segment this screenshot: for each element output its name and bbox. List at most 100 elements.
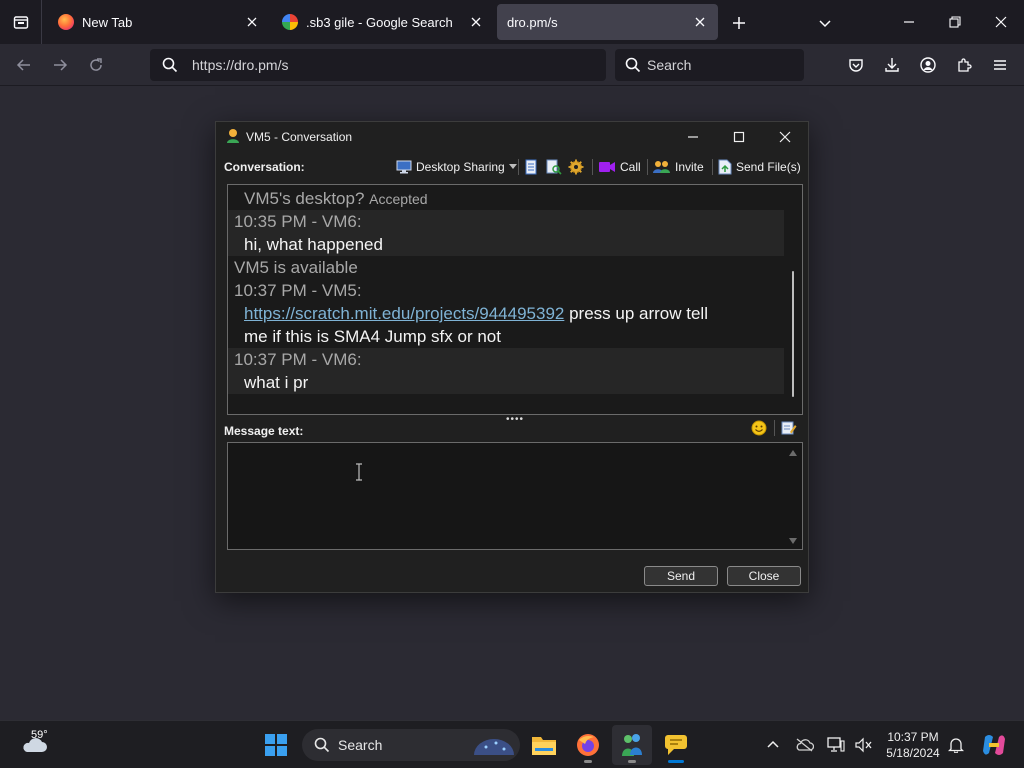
menu-button[interactable] — [989, 54, 1011, 76]
invite-button[interactable]: Invite — [653, 157, 704, 177]
accepted-status: Accepted — [369, 191, 428, 207]
search-highlight-icon — [474, 739, 514, 755]
splitter-grip[interactable]: •••• — [506, 415, 523, 425]
window-title: VM5 - Conversation — [246, 130, 353, 144]
close-window-button[interactable] — [988, 10, 1014, 34]
send-files-button[interactable]: Send File(s) — [718, 157, 801, 177]
close-tab-icon[interactable] — [692, 14, 708, 30]
network-icon — [827, 737, 845, 752]
reload-icon — [90, 58, 102, 71]
taskbar-search[interactable]: Search — [302, 729, 520, 761]
desktop-sharing-button[interactable]: Desktop Sharing — [396, 157, 517, 177]
contact-avatar-icon — [226, 128, 240, 147]
tab-google-search[interactable]: .sb3 gile - Google Search — [272, 4, 494, 40]
settings-button[interactable] — [568, 157, 588, 177]
list-all-tabs-button[interactable] — [814, 12, 836, 34]
restore-button[interactable] — [942, 10, 968, 34]
document-search-icon — [546, 159, 562, 175]
firefox-icon — [577, 734, 599, 756]
emoticon-button[interactable] — [750, 419, 768, 437]
extensions-button[interactable] — [953, 54, 975, 76]
windows-logo-icon — [265, 734, 287, 756]
running-indicator — [628, 760, 636, 763]
status-message: VM5 is available — [234, 258, 358, 277]
taskbar-conversation-window[interactable] — [656, 725, 696, 765]
taskbar-file-explorer[interactable] — [524, 725, 564, 765]
monitor-icon — [396, 160, 412, 174]
copilot-button[interactable] — [974, 725, 1014, 765]
message-block: 10:37 PM - VM6: what i pr — [228, 348, 784, 394]
window-minimize-button[interactable] — [670, 122, 716, 152]
show-hidden-icons-button[interactable] — [760, 725, 786, 765]
conversation-label: Conversation: — [224, 160, 305, 174]
history-scrollbar[interactable] — [784, 185, 802, 414]
firefox-view-icon — [13, 16, 28, 29]
invite-label: Invite — [675, 160, 704, 174]
message-body-line: me if this is SMA4 Jump sfx or not — [244, 327, 501, 346]
font-format-button[interactable] — [780, 419, 798, 437]
close-button[interactable]: Close — [727, 566, 801, 586]
notebook-button[interactable] — [524, 157, 542, 177]
scroll-down-arrow-icon[interactable] — [788, 537, 798, 545]
onedrive-button[interactable] — [790, 725, 818, 765]
search-placeholder: Search — [647, 57, 692, 73]
arrow-right-icon — [54, 59, 68, 71]
message-input[interactable] — [227, 442, 803, 550]
network-button[interactable] — [822, 725, 850, 765]
bell-icon — [948, 738, 964, 753]
search-icon — [314, 737, 330, 753]
reload-button[interactable] — [84, 53, 108, 77]
tab-dro-pm[interactable]: dro.pm/s — [497, 4, 718, 40]
taskbar-firefox[interactable] — [568, 725, 608, 765]
message-body: https://scratch.mit.edu/projects/9444953… — [244, 304, 708, 323]
call-button[interactable]: Call — [598, 157, 641, 177]
message-block: 10:37 PM - VM5: https://scratch.mit.edu/… — [228, 279, 784, 348]
send-button[interactable]: Send — [644, 566, 718, 586]
view-log-button[interactable] — [546, 157, 566, 177]
scrollbar-thumb[interactable] — [792, 271, 794, 397]
clock-date: 5/18/2024 — [886, 746, 940, 760]
hamburger-icon — [994, 60, 1006, 70]
message-header: 10:37 PM - VM6: — [234, 350, 362, 369]
close-tab-icon[interactable] — [468, 14, 484, 30]
search-icon — [162, 57, 178, 73]
system-clock[interactable]: 10:37 PM 5/18/2024 — [880, 729, 946, 761]
account-button[interactable] — [917, 54, 939, 76]
dropdown-arrow-icon — [508, 164, 517, 169]
pocket-button[interactable] — [845, 54, 867, 76]
taskbar: 59° Search 10:37 PM 5/18/2024 — [0, 720, 1024, 768]
forward-button[interactable] — [48, 53, 72, 77]
conversation-toolbar: Conversation: Desktop Sharing Call Invit… — [216, 154, 808, 180]
window-close-button[interactable] — [762, 122, 808, 152]
tab-bar: New Tab .sb3 gile - Google Search dro.pm… — [0, 0, 1024, 44]
firefox-view-button[interactable] — [0, 0, 42, 44]
search-bar[interactable]: Search — [615, 49, 804, 81]
minimize-button[interactable] — [896, 10, 922, 34]
taskbar-messenger-app[interactable] — [612, 725, 652, 765]
arrow-left-icon — [16, 59, 30, 71]
chevron-down-icon — [819, 20, 831, 28]
new-tab-button[interactable] — [728, 12, 750, 34]
back-button[interactable] — [12, 53, 36, 77]
url-bar[interactable]: https://dro.pm/s — [150, 49, 606, 81]
video-camera-icon — [598, 161, 616, 173]
start-button[interactable] — [256, 725, 296, 765]
window-maximize-button[interactable] — [716, 122, 762, 152]
tab-new-tab[interactable]: New Tab — [48, 4, 270, 40]
notifications-button[interactable] — [944, 725, 968, 765]
messenger-buddy-icon — [622, 734, 642, 756]
close-icon — [995, 16, 1007, 28]
scroll-up-arrow-icon[interactable] — [788, 449, 798, 457]
conversation-history[interactable]: VM5's desktop? Accepted 10:35 PM - VM6: … — [227, 184, 803, 415]
account-icon — [920, 57, 936, 73]
url-text: https://dro.pm/s — [192, 57, 289, 73]
search-icon — [625, 57, 641, 73]
volume-button[interactable] — [850, 725, 878, 765]
close-tab-icon[interactable] — [244, 14, 260, 30]
conversation-window: VM5 - Conversation Conversation: Desktop… — [215, 121, 809, 593]
scratch-project-link[interactable]: https://scratch.mit.edu/projects/9444953… — [244, 304, 564, 323]
minimize-icon — [688, 136, 698, 138]
message-block: 10:35 PM - VM6: hi, what happened — [228, 210, 784, 256]
downloads-button[interactable] — [881, 54, 903, 76]
message-body: what i pr — [244, 373, 309, 392]
